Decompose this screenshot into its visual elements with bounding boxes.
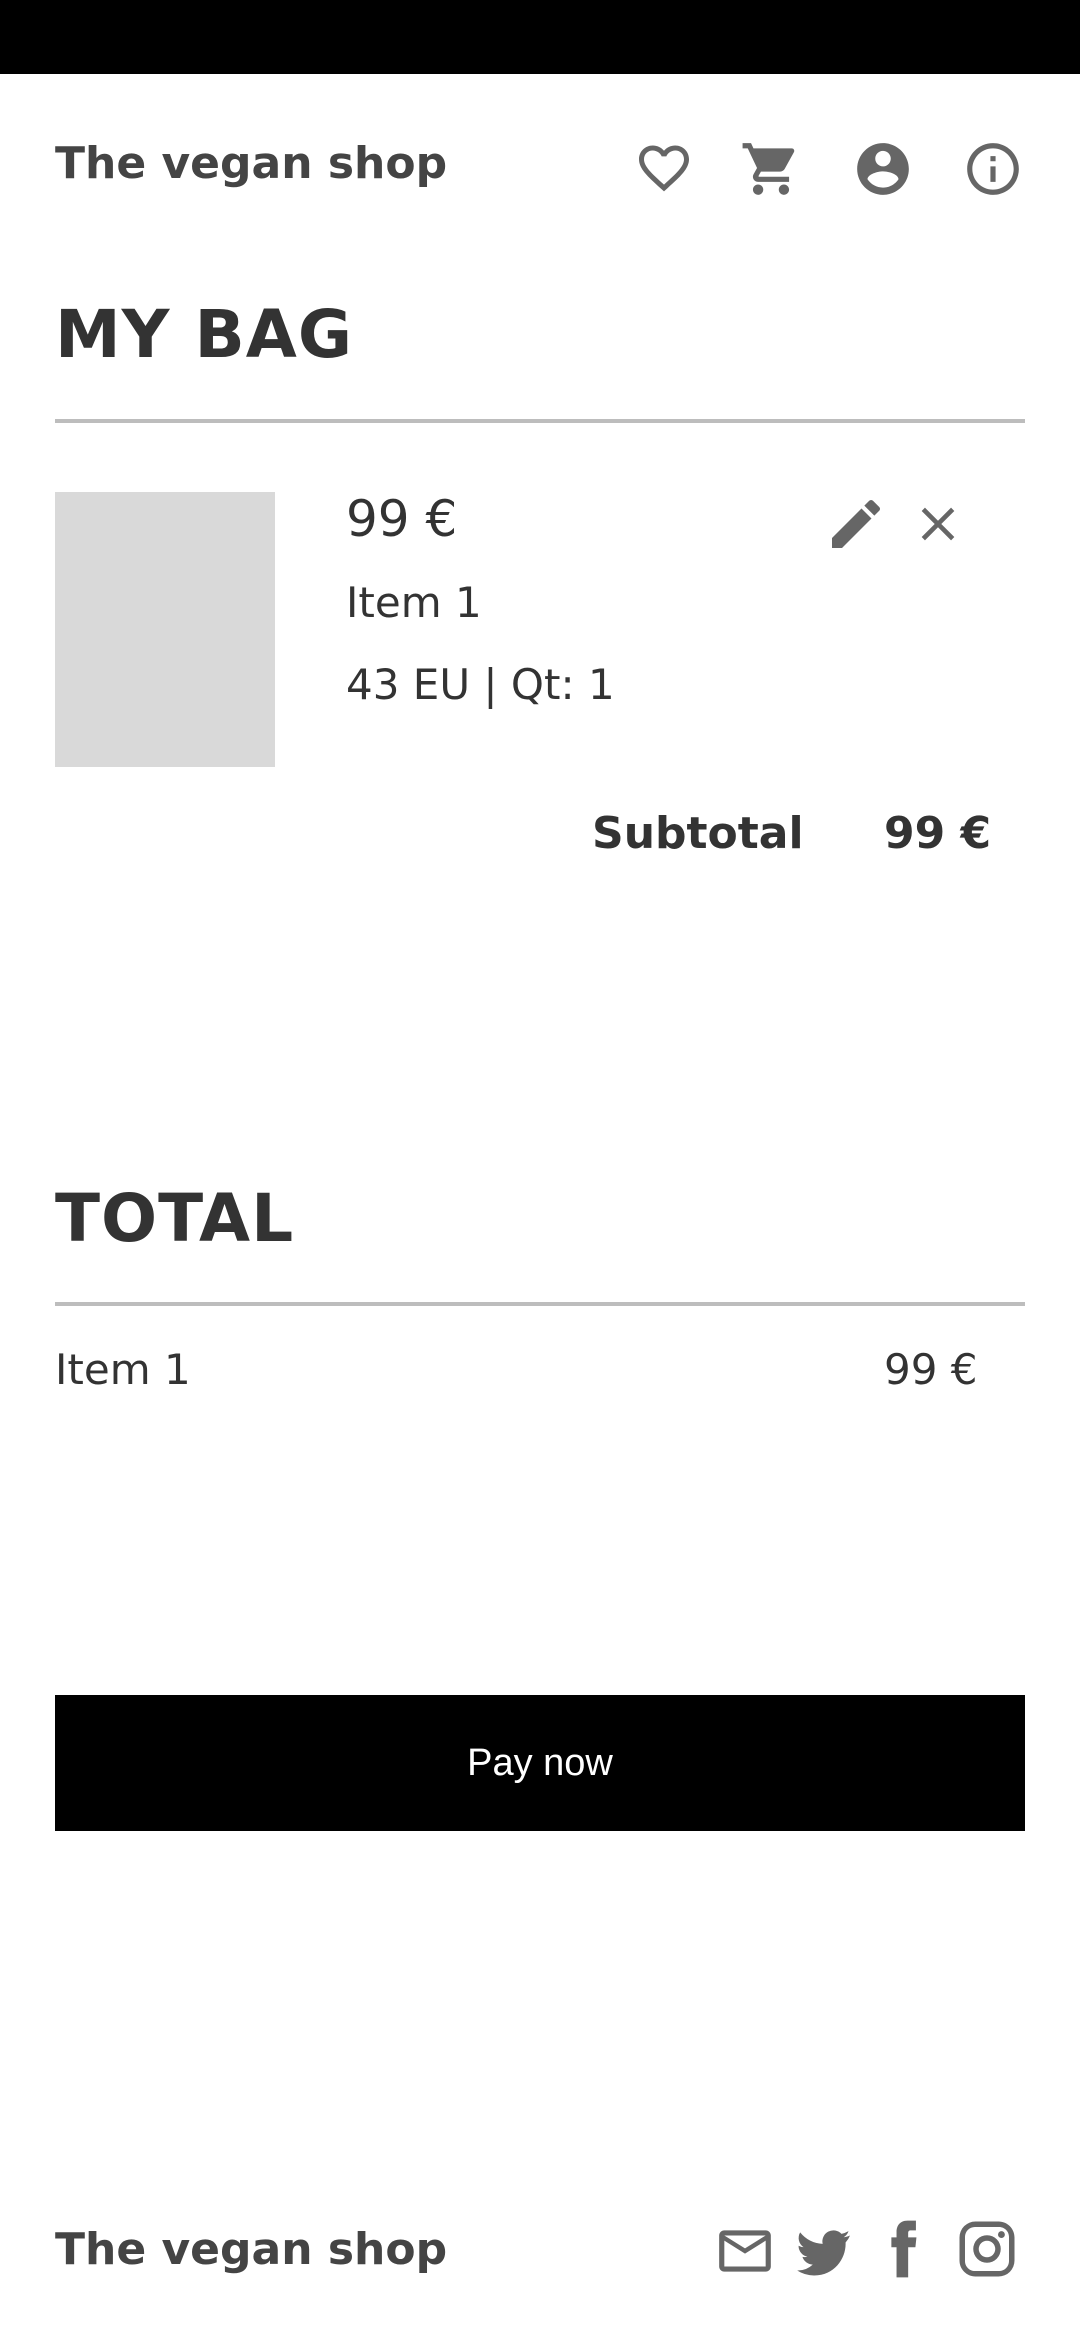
status-bar xyxy=(0,0,1080,74)
product-image-placeholder[interactable] xyxy=(55,492,275,767)
item-details: 43 EU | Qt: 1 xyxy=(346,660,615,709)
item-name: Item 1 xyxy=(346,578,482,627)
total-divider xyxy=(55,1302,1025,1306)
mail-icon[interactable] xyxy=(714,2220,776,2282)
pay-now-button[interactable]: Pay now xyxy=(55,1695,1025,1831)
cart-icon[interactable] xyxy=(740,138,802,200)
facebook-icon[interactable] xyxy=(872,2216,934,2282)
footer-brand[interactable]: The vegan shop xyxy=(55,2228,447,2272)
brand-title[interactable]: The vegan shop xyxy=(55,142,447,186)
info-icon[interactable] xyxy=(962,138,1024,200)
instagram-icon[interactable] xyxy=(954,2216,1020,2282)
subtotal-label: Subtotal xyxy=(592,808,804,859)
bag-divider xyxy=(55,419,1025,423)
total-line-price: 99 € xyxy=(884,1345,978,1394)
account-icon[interactable] xyxy=(852,138,914,200)
subtotal-value: 99 € xyxy=(884,808,992,859)
heart-icon[interactable] xyxy=(632,138,696,198)
bag-heading: MY BAG xyxy=(55,296,354,373)
twitter-icon[interactable] xyxy=(792,2220,854,2282)
total-heading: TOTAL xyxy=(55,1180,295,1257)
total-line-name: Item 1 xyxy=(55,1345,191,1394)
edit-icon[interactable] xyxy=(824,492,888,556)
item-price: 99 € xyxy=(346,490,458,548)
close-icon[interactable] xyxy=(910,496,966,552)
